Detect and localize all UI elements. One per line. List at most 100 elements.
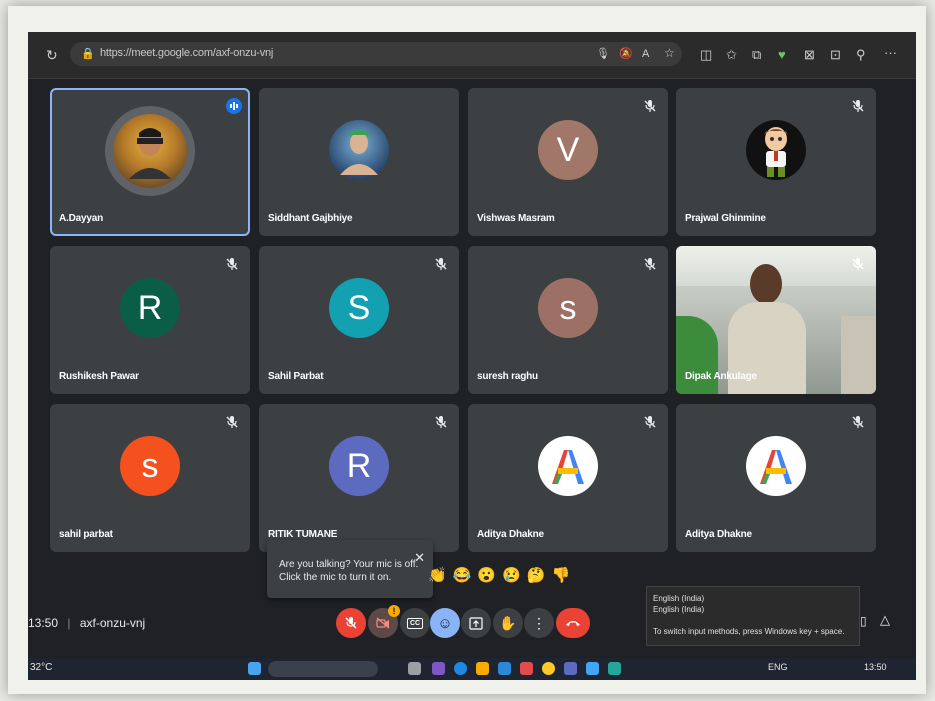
copilot-icon[interactable]: ⚲	[856, 48, 866, 62]
participant-tile[interactable]: R Rushikesh Pawar	[50, 246, 250, 394]
video-person-right	[841, 316, 876, 394]
google-a-logo-icon	[538, 436, 598, 496]
taskbar-clock[interactable]: 13:50	[864, 662, 887, 672]
video-person-head	[750, 264, 782, 304]
leave-call-button[interactable]	[556, 608, 590, 638]
app-icon[interactable]	[608, 662, 621, 675]
mic-toggle-button[interactable]	[336, 608, 366, 638]
more-vert-icon: ⋮	[532, 614, 546, 631]
more-options-button[interactable]: ⋮	[524, 608, 554, 638]
chrome-icon[interactable]	[542, 662, 555, 675]
extension-icon[interactable]: ⊡	[830, 48, 841, 62]
camera-toggle-button[interactable]: !	[368, 605, 400, 638]
raise-hand-button[interactable]: ✋	[493, 608, 523, 638]
browser-toolbar: ↻ 🔒 https://meet.google.com/axf-onzu-vnj…	[28, 32, 916, 79]
weather-widget[interactable]: 32°C	[30, 662, 52, 673]
refresh-icon[interactable]: ↻	[46, 48, 58, 62]
activities-icon[interactable]: △	[880, 612, 890, 628]
participant-name: sahil parbat	[59, 529, 113, 540]
participant-name: suresh raghu	[477, 371, 538, 382]
participant-tile[interactable]: Siddhant Gajbhiye	[259, 88, 459, 236]
taskbar-search-box[interactable]	[268, 661, 378, 677]
favorite-star-icon[interactable]: ☆	[664, 46, 675, 60]
input-method-popup: English (India) English (India) To switc…	[646, 586, 860, 646]
language-indicator[interactable]: ENG	[768, 662, 788, 672]
downloads-icon[interactable]: ⊠	[804, 48, 815, 62]
health-icon[interactable]: ♥	[778, 48, 786, 62]
mic-off-tooltip: Are you talking? Your mic is off. Click …	[267, 540, 433, 598]
app-icon[interactable]	[586, 662, 599, 675]
reaction-thumbs-down-icon[interactable]: 👎	[551, 566, 570, 590]
notification-off-icon[interactable]: 🔕	[619, 47, 633, 61]
reaction-laugh-icon[interactable]: 😂	[453, 566, 472, 590]
separator: |	[67, 616, 71, 630]
read-aloud-icon[interactable]: A	[642, 47, 649, 61]
favorites-icon[interactable]: ✩	[726, 48, 737, 62]
mic-off-icon	[345, 617, 357, 629]
captions-button[interactable]: CC	[400, 608, 430, 638]
participant-tile[interactable]: R RITIK TUMANE	[259, 404, 459, 552]
tooltip-line-1: Are you talking? Your mic is off.	[279, 559, 419, 570]
participant-tile[interactable]: Aditya Dhakne	[676, 404, 876, 552]
microphone-icon[interactable]: 🎙	[596, 47, 610, 61]
task-view-icon[interactable]	[408, 662, 421, 675]
participant-name: Rushikesh Pawar	[59, 371, 139, 382]
present-screen-icon	[469, 616, 483, 630]
windows-start-icon[interactable]	[248, 662, 261, 675]
lock-icon[interactable]: 🔒	[81, 47, 95, 61]
mic-off-icon	[852, 258, 864, 270]
chat-panel-icon[interactable]: ▯	[860, 614, 867, 628]
reaction-bar: 👏 😂 😮 😢 🤔 👎	[428, 566, 570, 590]
participant-name: Siddhant Gajbhiye	[268, 213, 353, 224]
avatar-initial: R	[329, 436, 389, 496]
edge-icon[interactable]	[454, 662, 467, 675]
close-icon[interactable]: ✕	[414, 550, 425, 566]
split-screen-icon[interactable]: ◫	[700, 48, 712, 62]
participant-tile[interactable]: V Vishwas Masram	[468, 88, 668, 236]
participant-tile[interactable]: s suresh raghu	[468, 246, 668, 394]
participant-tile[interactable]: Prajwal Ghinmine	[676, 88, 876, 236]
reaction-clap-icon[interactable]: 👏	[428, 566, 447, 590]
hand-icon: ✋	[499, 614, 517, 631]
mic-off-icon	[226, 258, 238, 270]
google-a-logo-icon	[746, 436, 806, 496]
address-bar[interactable]: 🔒 https://meet.google.com/axf-onzu-vnj 🎙…	[70, 42, 682, 66]
more-options-icon[interactable]: ···	[884, 46, 897, 60]
ime-hint: To switch input methods, press Windows k…	[653, 627, 845, 636]
participant-video-tile[interactable]: Dipak Ankulage	[676, 246, 876, 394]
file-explorer-icon[interactable]	[476, 662, 489, 675]
mail-icon[interactable]	[520, 662, 533, 675]
store-icon[interactable]	[498, 662, 511, 675]
collections-icon[interactable]: ⧉	[752, 48, 761, 62]
participant-tile[interactable]: Aditya Dhakne	[468, 404, 668, 552]
participant-name: Vishwas Masram	[477, 213, 555, 224]
profile-photo	[746, 120, 806, 180]
present-button[interactable]	[461, 608, 491, 638]
participant-tile[interactable]: S Sahil Parbat	[259, 246, 459, 394]
participant-tile[interactable]: s sahil parbat	[50, 404, 250, 552]
meeting-info: 13:50 | axf-onzu-vnj	[28, 616, 145, 630]
participant-name: Aditya Dhakne	[477, 529, 544, 540]
reaction-thinking-icon[interactable]: 🤔	[527, 566, 546, 590]
url-text: https://meet.google.com/axf-onzu-vnj	[100, 47, 274, 59]
audio-level-icon	[226, 98, 242, 114]
participant-tile[interactable]: A.Dayyan	[50, 88, 250, 236]
camera-warning-badge: !	[388, 605, 400, 617]
mic-off-icon	[435, 416, 447, 428]
avatar-initial: s	[538, 278, 598, 338]
mic-off-icon	[852, 100, 864, 112]
ime-option-2[interactable]: English (India)	[653, 604, 704, 615]
laptop-screen: ↻ 🔒 https://meet.google.com/axf-onzu-vnj…	[28, 32, 916, 680]
app-icon[interactable]	[564, 662, 577, 675]
participant-name: Sahil Parbat	[268, 371, 324, 382]
app-icon[interactable]	[432, 662, 445, 675]
windows-taskbar: 32°C ENG 13:50	[28, 658, 916, 680]
reaction-sad-icon[interactable]: 😢	[502, 566, 521, 590]
ime-option-1[interactable]: English (India)	[653, 593, 704, 604]
mic-off-icon	[644, 258, 656, 270]
avatar-initial: V	[538, 120, 598, 180]
reaction-surprised-icon[interactable]: 😮	[477, 566, 496, 590]
captions-icon: CC	[406, 617, 424, 629]
reactions-button[interactable]: ☺	[430, 608, 460, 638]
participant-name: Aditya Dhakne	[685, 529, 752, 540]
